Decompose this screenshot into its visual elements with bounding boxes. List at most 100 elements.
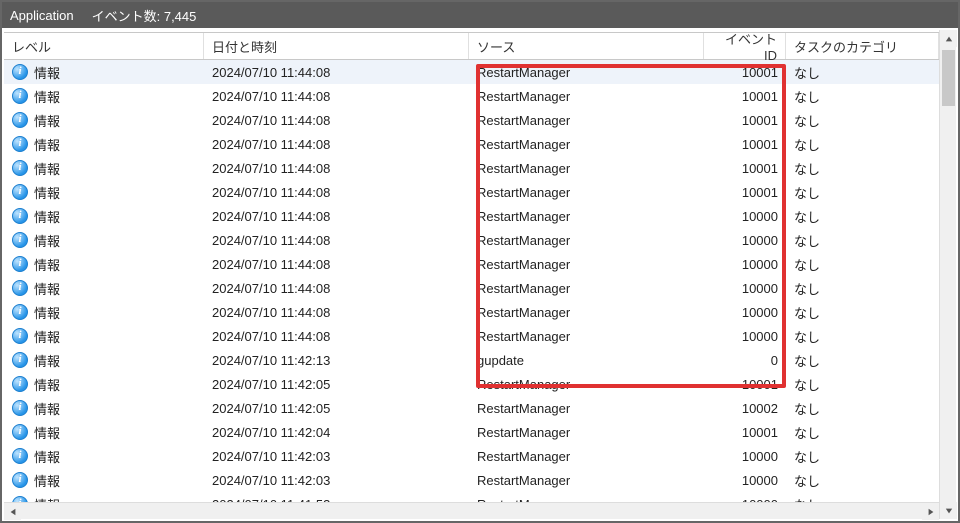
level-cell: 情報 bbox=[4, 255, 204, 274]
event-id-cell: 10001 bbox=[704, 161, 786, 176]
table-row[interactable]: 情報2024/07/10 11:42:04RestartManager10001… bbox=[4, 420, 939, 444]
event-id-cell: 0 bbox=[704, 353, 786, 368]
info-icon bbox=[12, 184, 28, 200]
horizontal-scrollbar[interactable] bbox=[4, 502, 939, 519]
header-datetime[interactable]: 日付と時刻 bbox=[204, 33, 469, 59]
datetime-cell: 2024/07/10 11:44:08 bbox=[204, 257, 469, 272]
level-label: 情報 bbox=[34, 399, 60, 418]
table-row[interactable]: 情報2024/07/10 11:42:05RestartManager10001… bbox=[4, 372, 939, 396]
event-id-cell: 10000 bbox=[704, 449, 786, 464]
category-cell: なし bbox=[786, 471, 939, 490]
datetime-cell: 2024/07/10 11:42:04 bbox=[204, 425, 469, 440]
level-label: 情報 bbox=[34, 495, 60, 503]
datetime-cell: 2024/07/10 11:44:08 bbox=[204, 281, 469, 296]
table-row[interactable]: 情報2024/07/10 11:44:08RestartManager10001… bbox=[4, 60, 939, 84]
event-id-cell: 10000 bbox=[704, 209, 786, 224]
datetime-cell: 2024/07/10 11:42:05 bbox=[204, 377, 469, 392]
category-cell: なし bbox=[786, 303, 939, 322]
level-label: 情報 bbox=[34, 135, 60, 154]
info-icon bbox=[12, 256, 28, 272]
level-cell: 情報 bbox=[4, 351, 204, 370]
source-cell: RestartManager bbox=[469, 209, 704, 224]
event-viewer-frame: Application イベント数: 7,445 レベル 日付と時刻 ソース イ… bbox=[0, 0, 960, 523]
event-id-cell: 10001 bbox=[704, 113, 786, 128]
table-row[interactable]: 情報2024/07/10 11:44:08RestartManager10001… bbox=[4, 180, 939, 204]
level-label: 情報 bbox=[34, 183, 60, 202]
info-icon bbox=[12, 88, 28, 104]
header-level[interactable]: レベル bbox=[4, 33, 204, 59]
source-cell: RestartManager bbox=[469, 161, 704, 176]
level-label: 情報 bbox=[34, 471, 60, 490]
table-row[interactable]: 情報2024/07/10 11:42:05RestartManager10002… bbox=[4, 396, 939, 420]
category-cell: なし bbox=[786, 87, 939, 106]
header-event-id[interactable]: イベント ID bbox=[704, 33, 786, 59]
source-cell: gupdate bbox=[469, 353, 704, 368]
category-cell: なし bbox=[786, 159, 939, 178]
datetime-cell: 2024/07/10 11:44:08 bbox=[204, 305, 469, 320]
level-cell: 情報 bbox=[4, 327, 204, 346]
datetime-cell: 2024/07/10 11:44:08 bbox=[204, 329, 469, 344]
table-row[interactable]: 情報2024/07/10 11:44:08RestartManager10001… bbox=[4, 156, 939, 180]
info-icon bbox=[12, 304, 28, 320]
source-cell: RestartManager bbox=[469, 377, 704, 392]
category-cell: なし bbox=[786, 447, 939, 466]
scroll-right-icon[interactable] bbox=[922, 503, 939, 520]
source-cell: RestartManager bbox=[469, 305, 704, 320]
table-row[interactable]: 情報2024/07/10 11:44:08RestartManager10000… bbox=[4, 324, 939, 348]
level-label: 情報 bbox=[34, 303, 60, 322]
level-cell: 情報 bbox=[4, 423, 204, 442]
info-icon bbox=[12, 232, 28, 248]
info-icon bbox=[12, 112, 28, 128]
table-row[interactable]: 情報2024/07/10 11:44:08RestartManager10000… bbox=[4, 276, 939, 300]
app-title: Application bbox=[10, 8, 74, 23]
table-row[interactable]: 情報2024/07/10 11:44:08RestartManager10001… bbox=[4, 84, 939, 108]
vertical-scrollbar[interactable] bbox=[939, 30, 956, 519]
source-cell: RestartManager bbox=[469, 281, 704, 296]
category-cell: なし bbox=[786, 111, 939, 130]
source-cell: RestartManager bbox=[469, 65, 704, 80]
scroll-left-icon[interactable] bbox=[4, 503, 21, 520]
category-cell: なし bbox=[786, 279, 939, 298]
level-label: 情報 bbox=[34, 63, 60, 82]
scroll-up-icon[interactable] bbox=[940, 30, 957, 47]
table-row[interactable]: 情報2024/07/10 11:42:03RestartManager10000… bbox=[4, 468, 939, 492]
table-row[interactable]: 情報2024/07/10 11:44:08RestartManager10000… bbox=[4, 228, 939, 252]
event-rows: 情報2024/07/10 11:44:08RestartManager10001… bbox=[4, 60, 939, 502]
table-row[interactable]: 情報2024/07/10 11:42:03RestartManager10000… bbox=[4, 444, 939, 468]
info-icon bbox=[12, 424, 28, 440]
table-row[interactable]: 情報2024/07/10 11:44:08RestartManager10001… bbox=[4, 108, 939, 132]
table-row[interactable]: 情報 2024/07/10 11:44:08RestartManager10000… bbox=[4, 300, 939, 324]
datetime-cell: 2024/07/10 11:42:05 bbox=[204, 401, 469, 416]
category-cell: なし bbox=[786, 135, 939, 154]
level-cell: 情報 bbox=[4, 231, 204, 250]
level-label: 情報 bbox=[34, 447, 60, 466]
event-id-cell: 10001 bbox=[704, 137, 786, 152]
table-row[interactable]: 情報2024/07/10 11:44:08RestartManager10001… bbox=[4, 132, 939, 156]
table-row[interactable]: 情報2024/07/10 11:44:08RestartManager10000… bbox=[4, 252, 939, 276]
level-label: 情報 bbox=[34, 207, 60, 226]
category-cell: なし bbox=[786, 255, 939, 274]
info-icon bbox=[12, 160, 28, 176]
info-icon bbox=[12, 352, 28, 368]
table-row[interactable]: 情報2024/07/10 11:41:53RestartManager10000… bbox=[4, 492, 939, 502]
titlebar: Application イベント数: 7,445 bbox=[2, 2, 958, 28]
scroll-thumb[interactable] bbox=[942, 50, 955, 106]
table-row[interactable]: 情報2024/07/10 11:44:08RestartManager10000… bbox=[4, 204, 939, 228]
event-id-cell: 10000 bbox=[704, 473, 786, 488]
datetime-cell: 2024/07/10 11:44:08 bbox=[204, 233, 469, 248]
category-cell: なし bbox=[786, 63, 939, 82]
header-source[interactable]: ソース bbox=[469, 33, 704, 59]
header-category[interactable]: タスクのカテゴリ bbox=[786, 33, 939, 59]
level-label: 情報 bbox=[34, 111, 60, 130]
scroll-down-icon[interactable] bbox=[940, 502, 957, 519]
table-row[interactable]: 情報2024/07/10 11:42:13gupdate0なし bbox=[4, 348, 939, 372]
datetime-cell: 2024/07/10 11:42:03 bbox=[204, 449, 469, 464]
info-icon bbox=[12, 280, 28, 296]
level-cell: 情報 bbox=[4, 399, 204, 418]
level-cell: 情報 bbox=[4, 159, 204, 178]
level-cell: 情報 bbox=[4, 135, 204, 154]
event-id-cell: 10000 bbox=[704, 305, 786, 320]
event-count: イベント数: 7,445 bbox=[92, 6, 197, 25]
info-icon bbox=[12, 472, 28, 488]
source-cell: RestartManager bbox=[469, 329, 704, 344]
